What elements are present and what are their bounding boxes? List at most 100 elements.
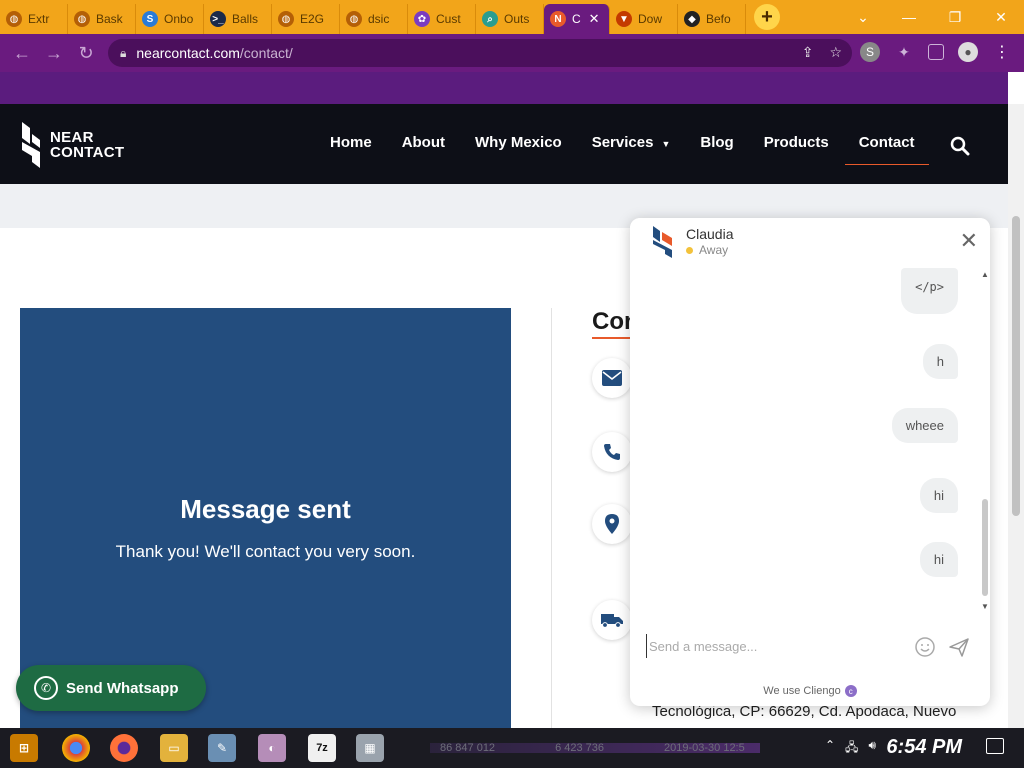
firefox-taskbar-icon[interactable] (110, 734, 138, 762)
taskbar-faded-text: 86 847 012 6 423 736 2019-03-30 12:5 (440, 742, 745, 754)
notification-center-icon[interactable] (986, 738, 1004, 754)
message-sent-subtitle: Thank you! We'll contact you very soon. (115, 542, 416, 561)
task-manager-icon[interactable]: ▦ (356, 734, 384, 762)
main-nav: Home About Why Mexico Services ▼ Blog Pro… (330, 134, 929, 165)
search-icon[interactable] (950, 136, 970, 156)
browser-tab[interactable]: ◍ dsic (340, 4, 408, 34)
window-controls: ⌄ — ❐ ✕ (840, 0, 1024, 34)
flower-icon: ✿ (414, 11, 430, 27)
start-button-icon[interactable]: ⊞ (10, 734, 38, 762)
browser-tab-label: Dow (638, 12, 663, 26)
browser-tab[interactable]: ◍ Bask (68, 4, 136, 34)
site-header: NEAR CONTACT Home About Why Mexico Servi… (0, 104, 1008, 184)
file-explorer-icon[interactable]: ▭ (160, 734, 188, 762)
faded-value: 86 847 012 (440, 742, 496, 754)
browser-tab-label: dsic (368, 12, 390, 26)
whatsapp-icon: ✆ (34, 676, 58, 700)
browser-menu-icon[interactable]: ⋮ (992, 42, 1012, 62)
truck-icon (592, 600, 632, 640)
chat-footer-text: We use Cliengo (763, 685, 841, 697)
network-icon[interactable]: 🖧︎ (845, 738, 858, 759)
bookmark-star-icon[interactable]: ☆ (829, 44, 842, 61)
browser-tab-label: Onbo (164, 12, 194, 26)
chat-scrollbar-thumb[interactable] (982, 499, 988, 596)
nearcontact-logo-icon (22, 122, 40, 168)
logo-line-2: CONTACT (50, 144, 125, 161)
url-bar[interactable]: 🔒︎ nearcontact.com/contact/ ⇪ ☆ (108, 39, 852, 67)
restore-button[interactable]: ❐ (932, 9, 978, 26)
shield-icon: ◆ (684, 11, 700, 27)
chat-close-icon[interactable]: ✕ (960, 230, 978, 252)
browser-tab[interactable]: N C ✕ (544, 4, 610, 34)
brave-icon: ▼ (616, 11, 632, 27)
volume-icon[interactable]: 🔊︎ (868, 738, 876, 759)
email-icon (592, 358, 632, 398)
s-icon: S (142, 11, 158, 27)
chat-scrollbar[interactable]: ▲ ▼ (980, 266, 990, 616)
profile-avatar-icon[interactable]: ● (958, 42, 978, 62)
browser-tab-label: C (572, 12, 581, 26)
reload-button[interactable]: ↻ (70, 43, 102, 64)
extension-s-icon[interactable]: S (860, 42, 880, 62)
browser-tab-strip: ◍ Extr ◍ Bask S Onbo >_ Balls ◍ E2G ◍ dsic ✿ Cust ⌕ Out… (0, 0, 1024, 34)
site-logo[interactable]: NEAR CONTACT (18, 118, 124, 172)
page-scrollbar[interactable] (1008, 104, 1024, 728)
emoji-icon[interactable] (914, 636, 936, 658)
nav-products[interactable]: Products (764, 134, 829, 151)
nav-home[interactable]: Home (330, 134, 372, 151)
scroll-down-icon[interactable]: ▼ (980, 602, 990, 611)
agent-status: Away (686, 243, 728, 257)
purple-banner (0, 72, 1008, 104)
browser-tab-label: Cust (436, 12, 461, 26)
extensions-puzzle-icon[interactable]: ✦ (894, 42, 914, 62)
column-divider (551, 308, 552, 728)
side-panel-icon[interactable] (928, 44, 944, 60)
close-window-button[interactable]: ✕ (978, 9, 1024, 26)
tab-search-icon[interactable]: ⌄ (840, 9, 886, 26)
system-tray: ⌃ 🖧︎ 🔊︎ (825, 738, 876, 759)
browser-tab-label: Outs (504, 12, 530, 26)
chat-message: </p> (901, 268, 958, 314)
status-dot-icon (686, 246, 693, 254)
nav-services[interactable]: Services ▼ (592, 134, 671, 151)
browser-tab[interactable]: ◆ Befo (678, 4, 746, 34)
scroll-up-icon[interactable]: ▲ (980, 270, 990, 279)
browser-tab[interactable]: S Onbo (136, 4, 204, 34)
chat-input-row (630, 618, 990, 674)
paint-icon[interactable]: ✎ (208, 734, 236, 762)
forward-button[interactable]: → (38, 43, 70, 64)
nav-why-mexico[interactable]: Why Mexico (475, 134, 562, 151)
send-whatsapp-button[interactable]: ✆ Send Whatsapp (16, 665, 206, 711)
browser-tab[interactable]: ◍ Extr (0, 4, 68, 34)
tray-chevron-icon[interactable]: ⌃ (825, 738, 835, 759)
taskbar-clock[interactable]: 6:54 PM (886, 736, 962, 759)
nav-blog[interactable]: Blog (700, 134, 733, 151)
browser-tab[interactable]: >_ Balls (204, 4, 272, 34)
browser-tab[interactable]: ◍ E2G (272, 4, 340, 34)
chat-message-input[interactable] (646, 634, 906, 658)
nav-about[interactable]: About (402, 134, 445, 151)
close-tab-icon[interactable]: ✕ (589, 11, 600, 27)
nearcontact-icon: N (550, 11, 566, 27)
back-button[interactable]: ← (6, 43, 38, 64)
share-icon[interactable]: ⇪ (802, 44, 814, 61)
chat-footer[interactable]: We use Cliengo c (630, 676, 990, 706)
faded-value: 6 423 736 (555, 742, 604, 754)
browser-tab[interactable]: ⌕ Outs (476, 4, 544, 34)
browser-tab[interactable]: ✿ Cust (408, 4, 476, 34)
agent-status-label: Away (699, 243, 729, 257)
nav-contact[interactable]: Contact (844, 134, 929, 165)
minimize-button[interactable]: — (886, 9, 932, 25)
new-tab-button[interactable]: + (754, 4, 780, 30)
send-icon[interactable] (948, 636, 970, 658)
browser-tab[interactable]: ▼ Dow (610, 4, 678, 34)
palette-icon[interactable]: ◐ (258, 734, 286, 762)
page-scrollbar-thumb[interactable] (1012, 216, 1020, 516)
globe-icon: ◍ (74, 11, 90, 27)
7zip-icon[interactable]: 7z (308, 734, 336, 762)
nav-services-label: Services (591, 134, 654, 151)
phone-icon (592, 432, 632, 472)
cliengo-logo-icon: c (844, 685, 857, 697)
chrome-taskbar-icon[interactable] (62, 734, 90, 762)
lock-icon: 🔒︎ (120, 45, 127, 60)
